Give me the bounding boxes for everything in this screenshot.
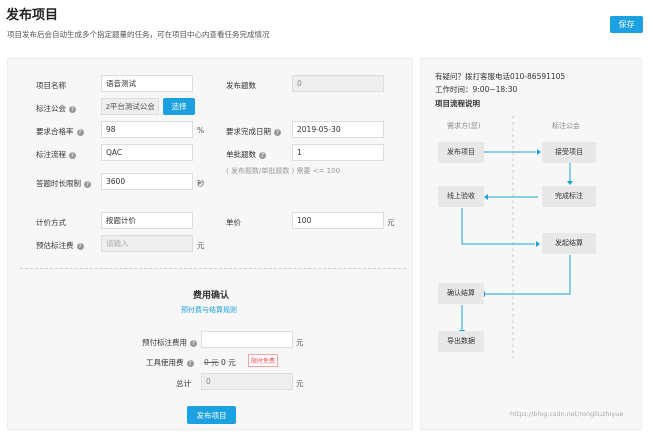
estimate-label-wrap: 预估标注费? bbox=[36, 240, 84, 251]
time-limit-input[interactable]: 3600 bbox=[101, 173, 193, 190]
help-icon[interactable]: ? bbox=[76, 242, 84, 250]
unit-price-unit: 元 bbox=[387, 218, 395, 227]
project-name-input[interactable]: 语音测试 bbox=[101, 75, 193, 92]
help-icon[interactable]: ? bbox=[186, 359, 194, 367]
total-input: 0 bbox=[201, 373, 293, 390]
pass-rate-label: 要求合格率 bbox=[36, 127, 74, 136]
batch-label: 单批题数 bbox=[226, 150, 256, 159]
help-icon[interactable]: ? bbox=[84, 180, 91, 188]
tool-fee-label: 工具使用费 bbox=[146, 358, 184, 367]
pricing-select[interactable]: 按题计价 bbox=[101, 212, 193, 229]
pass-rate-unit: % bbox=[197, 126, 205, 135]
batch-label-wrap: 单批题数? bbox=[226, 149, 266, 160]
prepay-label: 预付标注费用 bbox=[142, 338, 187, 347]
watermark-text: https://blog.csdn.net/rongliuzhiyue bbox=[510, 410, 624, 418]
tool-fee-original: 0 元 bbox=[204, 358, 219, 367]
time-limit-label: 答题时长限制 bbox=[36, 179, 81, 188]
tool-fee-current: 0 元 bbox=[221, 358, 236, 367]
section-divider bbox=[20, 268, 406, 269]
estimate-input: 请输入 bbox=[101, 235, 193, 252]
total-unit: 元 bbox=[296, 379, 304, 388]
arrowhead bbox=[536, 241, 540, 247]
tool-fee-label-wrap: 工具使用费? bbox=[146, 357, 194, 368]
flow-diagram bbox=[459, 116, 573, 358]
unit-price-input[interactable]: 100 bbox=[292, 212, 384, 229]
help-icon[interactable]: ? bbox=[69, 105, 76, 113]
arrowhead bbox=[484, 194, 488, 200]
arrow-check-settle bbox=[461, 208, 535, 245]
prepay-unit: 元 bbox=[296, 338, 304, 347]
help-icon[interactable]: ? bbox=[259, 151, 266, 159]
arrow-settle-confirm bbox=[484, 255, 571, 295]
pass-rate-input[interactable]: 98 bbox=[101, 121, 193, 138]
due-date-label: 要求完成日期 bbox=[226, 127, 271, 136]
step-check: 线上验收 bbox=[438, 186, 484, 207]
estimate-unit: 元 bbox=[197, 241, 205, 250]
company-label: 标注公会 bbox=[36, 104, 66, 113]
step-finish: 完成标注 bbox=[542, 186, 596, 207]
flow-input[interactable]: QAC bbox=[101, 144, 193, 161]
prepay-label-wrap: 预付标注费用? bbox=[142, 337, 197, 348]
pricing-label: 计价方式 bbox=[36, 218, 66, 227]
batch-input[interactable]: 1 bbox=[292, 144, 384, 161]
page-title: 发布项目 bbox=[6, 8, 59, 23]
time-limit-unit: 秒 bbox=[197, 179, 205, 188]
publish-count-label: 发布题数 bbox=[226, 81, 256, 90]
flow-label-wrap: 标注流程? bbox=[36, 149, 76, 160]
help-icon[interactable]: ? bbox=[69, 151, 76, 159]
help-icon[interactable]: ? bbox=[76, 128, 84, 136]
estimate-label: 预估标注费 bbox=[36, 241, 74, 250]
batch-hint: ( 发布题数/单批题数 ) 需要 <= 100 bbox=[226, 167, 341, 175]
company-label-wrap: 标注公会? bbox=[36, 103, 76, 114]
step-accept: 接受项目 bbox=[542, 142, 596, 163]
page-subtitle: 项目发布后会自动生成多个指定题量的任务，可在项目中心内查看任务完成情况 bbox=[7, 30, 270, 39]
tool-fee-value: 0 元 0 元 bbox=[204, 357, 236, 368]
step-settle: 发起结算 bbox=[542, 233, 596, 254]
project-name-label: 项目名称 bbox=[36, 81, 66, 90]
company-input: z平台测试公会 bbox=[101, 98, 159, 115]
help-icon[interactable]: ? bbox=[274, 128, 281, 136]
step-confirm: 确认结算 bbox=[438, 283, 484, 304]
unit-price-label: 单价 bbox=[226, 218, 241, 227]
save-button[interactable]: 保存 bbox=[610, 16, 643, 33]
due-date-label-wrap: 要求完成日期? bbox=[226, 126, 281, 137]
fee-title: 费用确认 bbox=[193, 291, 230, 301]
publish-count-input: 0 bbox=[292, 75, 384, 92]
step-publish: 发布项目 bbox=[438, 142, 484, 163]
pass-rate-label-wrap: 要求合格率? bbox=[36, 126, 84, 137]
publish-project-button[interactable]: 发布项目 bbox=[187, 406, 236, 424]
arrowhead bbox=[537, 149, 541, 155]
total-label: 总计 bbox=[176, 379, 191, 388]
arrowhead bbox=[567, 181, 573, 185]
rules-link[interactable]: 预付费与结算规则 bbox=[181, 305, 237, 315]
flow-label: 标注流程 bbox=[36, 150, 66, 159]
help-icon[interactable]: ? bbox=[190, 339, 197, 347]
due-date-input[interactable]: 2019-05-30 bbox=[292, 121, 384, 138]
prepay-input[interactable] bbox=[201, 331, 293, 348]
time-limit-label-wrap: 答题时长限制? bbox=[36, 178, 91, 189]
select-company-button[interactable]: 选择 bbox=[163, 98, 195, 115]
step-export: 导出数据 bbox=[438, 331, 484, 352]
free-tag-badge: 限时免费 bbox=[248, 354, 279, 367]
